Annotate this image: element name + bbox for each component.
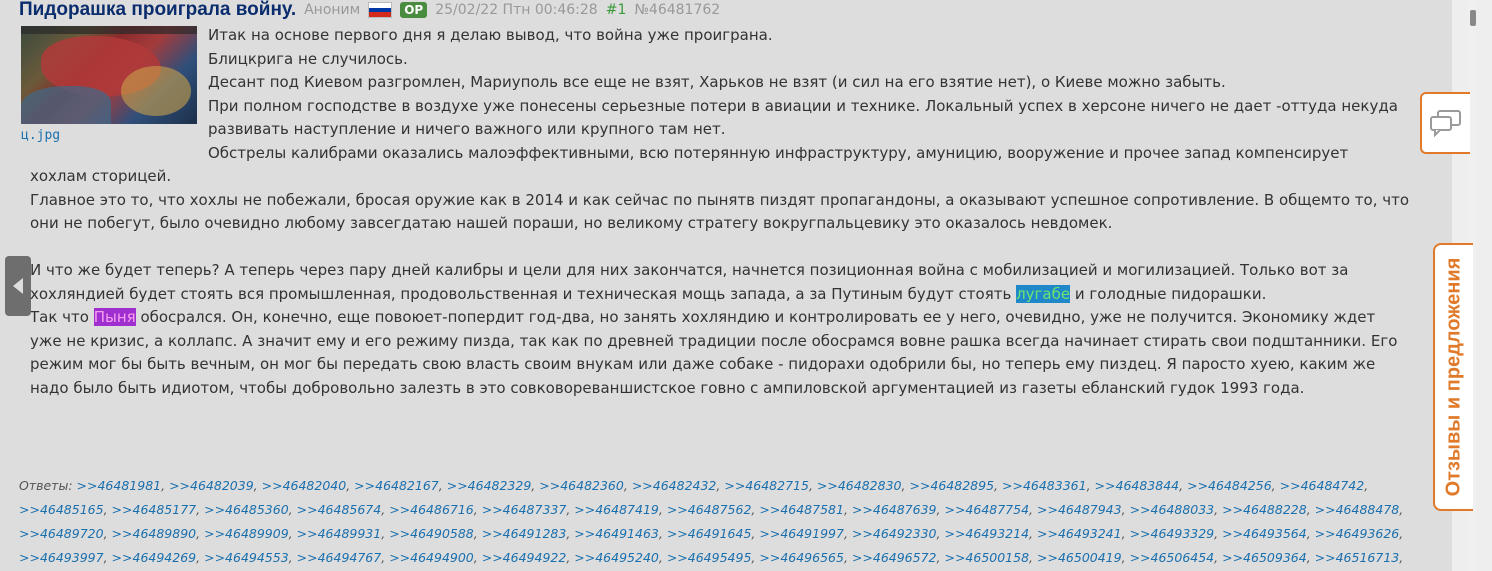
post-index: #1 [605,2,627,18]
post-author[interactable]: Аноним [304,2,360,18]
russia-flag-icon [368,2,393,18]
post: Пидорашка проиграла войну. Аноним OP 25/… [0,0,1452,571]
reply-link[interactable]: >>46487639 [852,502,937,517]
reply-link[interactable]: >>46484742 [1280,478,1365,493]
reply-link[interactable]: >>46487337 [482,502,567,517]
reply-link[interactable]: >>46496572 [852,550,937,565]
reply-link[interactable]: >>46493997 [19,550,104,565]
feedback-tab[interactable]: Отзывы и предложения [1433,243,1473,511]
chat-bubbles-icon [1430,110,1461,137]
reply-link[interactable]: >>46485360 [204,502,289,517]
reply-link[interactable]: >>46496565 [759,550,844,565]
reply-link[interactable]: >>46516713 [1315,550,1400,565]
reply-link[interactable]: >>46490588 [389,526,474,541]
reply-link[interactable]: >>46484256 [1187,478,1272,493]
reply-link[interactable]: >>46487562 [667,502,752,517]
reply-link[interactable]: >>46483361 [1002,478,1087,493]
reply-link[interactable]: >>46482039 [169,478,254,493]
reply-link[interactable]: >>46495495 [667,550,752,565]
post-header: Пидорашка проиграла войну. Аноним OP 25/… [19,0,720,20]
reply-link[interactable]: >>46482329 [447,478,532,493]
reply-link[interactable]: >>46489890 [112,526,197,541]
replies: Ответы: >>46481981, >>46482039, >>464820… [19,474,1439,571]
scrollbar-thumb[interactable] [1470,10,1476,26]
post-subject: Пидорашка проиграла войну. [19,0,297,20]
reply-link[interactable]: >>46487419 [574,502,659,517]
reply-link[interactable]: >>46491463 [574,526,659,541]
reply-link[interactable]: >>46487581 [759,502,844,517]
reply-link[interactable]: >>46482432 [632,478,717,493]
body-line: При полном господстве в воздухе уже поне… [208,96,1398,139]
op-badge: OP [400,2,428,18]
reply-link[interactable]: >>46489720 [19,526,104,541]
reply-link[interactable]: >>46483844 [1095,478,1180,493]
reply-link[interactable]: >>46485177 [112,502,197,517]
body-line: Блицкрига не случилось. [208,49,408,68]
reply-link[interactable]: >>46485674 [297,502,382,517]
reply-link[interactable]: >>46506454 [1130,550,1215,565]
chat-button[interactable] [1420,92,1470,154]
reply-link[interactable]: >>46494269 [112,550,197,565]
reply-link[interactable]: >>46492330 [852,526,937,541]
feedback-label: Отзывы и предложения [1442,257,1465,497]
body-line: Так что Пыня обосрался. Он, конечно, еще… [30,308,1398,397]
reply-link[interactable]: >>46488228 [1222,502,1307,517]
reply-list: >>46481981, >>46482039, >>46482040, >>46… [19,478,1404,565]
body-line: И что же будет теперь? А теперь через па… [30,261,1349,303]
reply-link[interactable]: >>46482715 [724,478,809,493]
reply-link[interactable]: >>46509364 [1222,550,1307,565]
reply-link[interactable]: >>46494767 [297,550,382,565]
reply-link[interactable]: >>46488478 [1315,502,1400,517]
reply-link[interactable]: >>46493626 [1315,526,1400,541]
reply-link[interactable]: >>46489909 [204,526,289,541]
reply-link[interactable]: >>46500419 [1037,550,1122,565]
reply-link[interactable]: >>46488033 [1130,502,1215,517]
reply-link[interactable]: >>46489931 [297,526,382,541]
spoiler-highlight: лугабе [1016,284,1071,303]
scroll-left-button[interactable] [5,256,31,316]
reply-link[interactable]: >>46487754 [944,502,1029,517]
reply-link[interactable]: >>46494900 [389,550,474,565]
reply-link[interactable]: >>46482830 [817,478,902,493]
body-line: Обстрелы калибрами оказались малоэффекти… [30,143,1349,186]
chevron-left-icon [13,278,23,294]
body-line: Главное это то, что хохлы не побежали, б… [30,190,1410,233]
reply-link[interactable]: >>46495240 [574,550,659,565]
body-line: Десант под Киевом разгромлен, Мариуполь … [208,73,1226,91]
reply-link[interactable]: >>46482895 [909,478,994,493]
reply-link[interactable]: >>46491997 [759,526,844,541]
reply-link[interactable]: >>46493329 [1130,526,1215,541]
reply-link[interactable]: >>46481981 [77,478,162,493]
reply-link[interactable]: >>46493564 [1222,526,1307,541]
body-line: Итак на основе первого дня я делаю вывод… [208,26,773,44]
reply-link[interactable]: >>46491283 [482,526,567,541]
reply-link[interactable]: >>46493241 [1037,526,1122,541]
replies-label: Ответы: [19,478,73,493]
post-datetime: 25/02/22 Птн 00:46:28 [435,2,598,18]
reply-link[interactable]: >>46485165 [19,502,104,517]
reply-link[interactable]: >>46482360 [539,478,624,493]
reply-link[interactable]: >>46487943 [1037,502,1122,517]
reply-link[interactable]: >>46482040 [262,478,347,493]
reply-link[interactable]: >>46494553 [204,550,289,565]
reply-link[interactable]: >>46482167 [354,478,439,493]
reply-link[interactable]: >>46491645 [667,526,752,541]
reply-link[interactable]: >>46500158 [944,550,1029,565]
post-body: Итак на основе первого дня я делаю вывод… [30,24,1410,400]
reply-link[interactable]: >>46493214 [944,526,1029,541]
spoiler-highlight: Пыня [93,308,136,326]
reply-link[interactable]: >>46486716 [389,502,474,517]
post-number[interactable]: №46481762 [634,2,720,18]
reply-link[interactable]: >>46494922 [482,550,567,565]
